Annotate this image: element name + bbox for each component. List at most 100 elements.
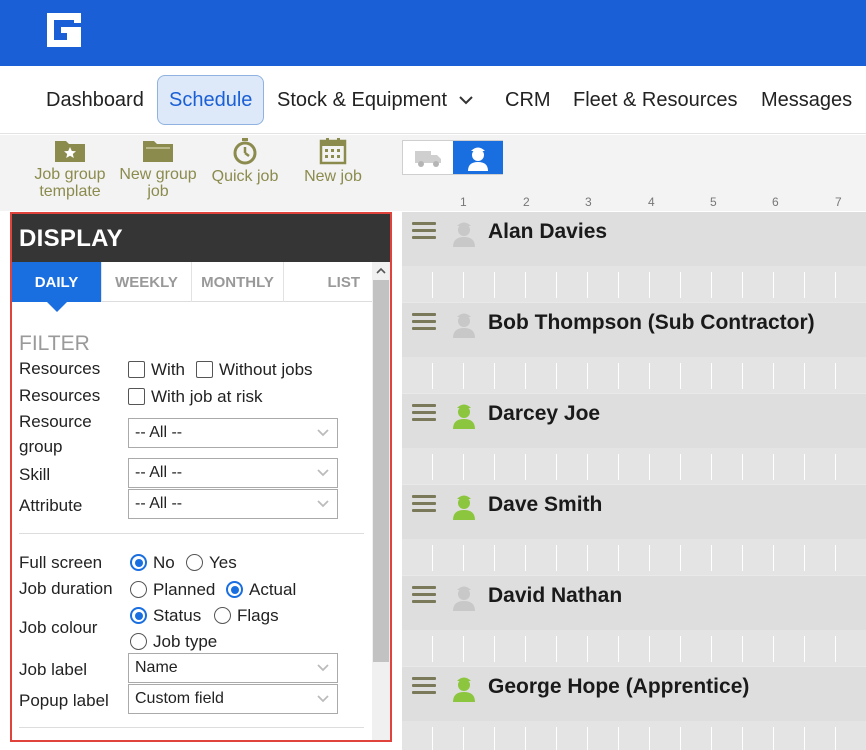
timeline-tick (525, 272, 526, 298)
timeline-tick (680, 363, 681, 389)
with-job-at-risk-checkbox[interactable]: With job at risk (128, 386, 262, 408)
resource-name[interactable]: David Nathan (488, 584, 622, 608)
full-screen-no-radio[interactable]: No (130, 552, 175, 574)
tab-daily[interactable]: DAILY (12, 262, 102, 302)
resource-row[interactable]: David Nathan (402, 576, 866, 666)
menu-icon[interactable] (412, 677, 436, 695)
person-icon (453, 677, 475, 702)
nav-stock-equipment[interactable]: Stock & Equipment (277, 75, 473, 125)
resource-row[interactable]: Darcey Joe (402, 394, 866, 484)
timeline-lane[interactable] (402, 448, 866, 484)
resource-row[interactable]: Alan Davies (402, 212, 866, 302)
timeline-tick (835, 545, 836, 571)
with-job-at-risk-label: With job at risk (151, 387, 263, 406)
menu-icon[interactable] (412, 404, 436, 422)
timeline-lane[interactable] (402, 539, 866, 575)
vehicle-view-button[interactable] (403, 141, 453, 174)
timeline-tick (587, 545, 588, 571)
skill-select[interactable]: -- All -- (128, 458, 338, 488)
timeline-tick (804, 727, 805, 750)
resource-row[interactable]: Dave Smith (402, 485, 866, 575)
nav-schedule[interactable]: Schedule (157, 75, 265, 125)
scroll-up-button[interactable] (372, 262, 390, 280)
new-job-button[interactable]: New job (300, 137, 366, 185)
radio-dot (186, 554, 203, 571)
resource-name[interactable]: Bob Thompson (Sub Contractor) (488, 311, 815, 335)
person-icon (453, 586, 475, 611)
nav-dashboard[interactable]: Dashboard (46, 75, 144, 125)
job-group-template-button[interactable]: Job group template (30, 137, 110, 200)
timeline-tick (463, 272, 464, 298)
timeline-tick (680, 727, 681, 750)
timeline-lane[interactable] (402, 357, 866, 393)
resource-name[interactable]: Alan Davies (488, 220, 607, 244)
resource-group-label-2: group (19, 437, 63, 456)
timeline-tick (742, 363, 743, 389)
new-group-job-button[interactable]: New group job (115, 137, 201, 200)
people-view-button[interactable] (453, 141, 503, 174)
full-screen-label: Full screen (19, 553, 103, 572)
timeline-lane[interactable] (402, 630, 866, 666)
timeline-lane[interactable] (402, 721, 866, 750)
timeline-tick (804, 454, 805, 480)
job-colour-status-radio[interactable]: Status (130, 605, 201, 627)
timeline-tick (804, 545, 805, 571)
tab-weekly[interactable]: WEEKLY (102, 262, 192, 302)
tab-monthly[interactable]: MONTHLY (192, 262, 284, 302)
new-group-job-label-2: job (147, 183, 169, 200)
menu-icon[interactable] (412, 222, 436, 240)
timeline-tick (587, 727, 588, 750)
tab-list[interactable]: LIST (284, 262, 372, 302)
full-screen-yes-radio[interactable]: Yes (186, 552, 237, 574)
job-duration-actual-label: Actual (249, 580, 297, 599)
timeline-lane[interactable] (402, 266, 866, 302)
timeline-tick (432, 454, 433, 480)
without-jobs-label: Without jobs (219, 360, 313, 379)
nav-messages[interactable]: Messages (761, 75, 852, 125)
ruler-number: 2 (523, 195, 530, 209)
checkbox-box (128, 361, 145, 378)
job-label-select[interactable]: Name (128, 653, 338, 683)
menu-icon[interactable] (412, 586, 436, 604)
display-panel: DISPLAY DAILY WEEKLY MONTHLY LIST FILTER… (10, 212, 392, 742)
timeline-tick (773, 727, 774, 750)
resource-row[interactable]: Bob Thompson (Sub Contractor) (402, 303, 866, 393)
job-colour-flags-radio[interactable]: Flags (214, 605, 279, 627)
job-duration-actual-radio[interactable]: Actual (226, 579, 296, 601)
resource-name[interactable]: George Hope (Apprentice) (488, 675, 749, 699)
timeline-tick (556, 363, 557, 389)
timeline-tick (432, 727, 433, 750)
nav-fleet-resources[interactable]: Fleet & Resources (573, 75, 738, 125)
quick-job-button[interactable]: Quick job (208, 137, 282, 185)
timeline-tick (494, 454, 495, 480)
timeline-tick (711, 545, 712, 571)
job-duration-planned-radio[interactable]: Planned (130, 579, 215, 601)
resource-schedule: Alan Davies Bob Thompson (Sub Contractor… (402, 212, 866, 750)
panel-scrollbar[interactable] (372, 262, 390, 740)
scroll-thumb[interactable] (373, 280, 389, 662)
resource-group-select[interactable]: -- All -- (128, 418, 338, 448)
job-colour-job-type-radio[interactable]: Job type (130, 631, 217, 653)
person-icon (453, 222, 475, 247)
resource-row[interactable]: George Hope (Apprentice) (402, 667, 866, 750)
resources-label: Resources (19, 386, 101, 405)
display-panel-title: DISPLAY (12, 214, 390, 262)
resource-name[interactable]: Darcey Joe (488, 402, 600, 426)
view-toggle (402, 140, 503, 175)
menu-icon[interactable] (412, 313, 436, 331)
divider (19, 727, 364, 728)
menu-icon[interactable] (412, 495, 436, 513)
app-logo-icon[interactable] (47, 13, 81, 47)
popup-label-label: Popup label (19, 691, 109, 710)
chevron-down-icon (459, 96, 473, 105)
without-jobs-checkbox[interactable]: Without jobs (196, 359, 313, 381)
popup-label-select[interactable]: Custom field (128, 684, 338, 714)
attribute-select[interactable]: -- All -- (128, 489, 338, 519)
resource-name[interactable]: Dave Smith (488, 493, 602, 517)
with-label: With (151, 360, 185, 379)
checkbox-box (196, 361, 213, 378)
timeline-tick (525, 545, 526, 571)
with-checkbox[interactable]: With (128, 359, 185, 381)
nav-crm[interactable]: CRM (505, 75, 551, 125)
resource-group-value: -- All -- (135, 424, 183, 441)
